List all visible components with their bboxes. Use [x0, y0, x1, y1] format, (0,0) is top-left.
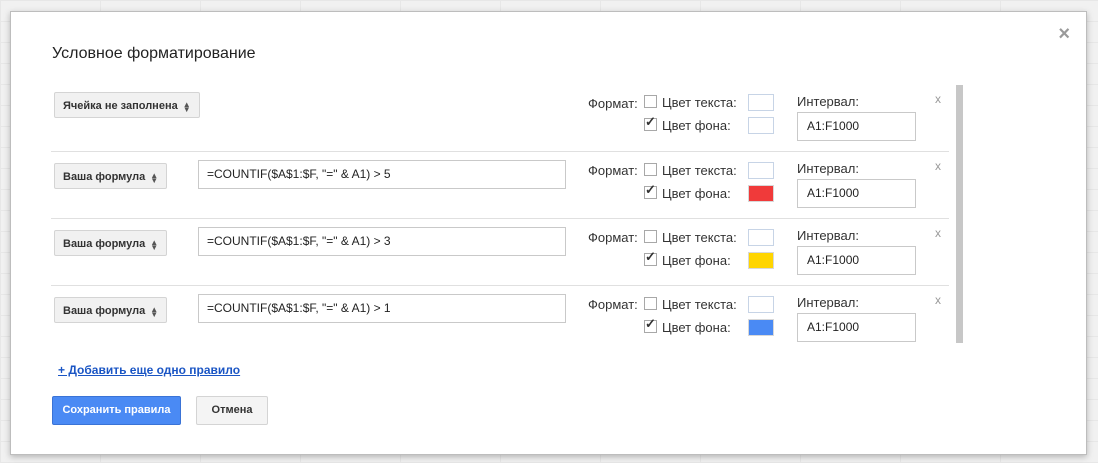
checkmark-icon: ✓ [645, 114, 656, 129]
format-label: Формат: [588, 163, 638, 178]
bg-color-label: Цвет фона: [662, 253, 731, 268]
bg-color-option[interactable]: ✓ Цвет фона: [644, 114, 731, 134]
text-color-option[interactable]: Цвет текста: [644, 163, 737, 179]
condition-label: Ваша формула [63, 238, 146, 250]
bg-color-checkbox[interactable]: ✓ [644, 316, 657, 333]
range-input[interactable]: A1:F1000 [797, 112, 916, 141]
conditional-formatting-dialog: × Условное форматирование Ячейка не запо… [10, 11, 1087, 455]
rule-row: Ячейка не заполнена ▲ ▼ Формат: Цвет текст… [51, 85, 949, 151]
save-rules-button[interactable]: Сохранить правила [52, 396, 181, 425]
condition-select[interactable]: Ваша формула ▲ ▼ [54, 297, 168, 323]
condition-select[interactable]: Ваша формула ▲ ▼ [54, 230, 168, 256]
text-color-label: Цвет текста: [662, 95, 737, 110]
delete-rule-icon[interactable]: x [935, 159, 941, 173]
formula-input[interactable]: =COUNTIF($A$1:$F, "=" & A1) > 5 [198, 160, 566, 189]
checkmark-icon: ✓ [645, 182, 656, 197]
text-color-checkbox[interactable] [644, 95, 657, 108]
text-color-label: Цвет текста: [662, 297, 737, 312]
up-down-arrows-icon: ▲ ▼ [150, 170, 159, 185]
text-color-swatch[interactable] [748, 296, 774, 313]
format-label: Формат: [588, 297, 638, 312]
condition-label: Ваша формула [63, 171, 146, 183]
delete-rule-icon[interactable]: x [935, 226, 941, 240]
dialog-title: Условное форматирование [52, 45, 256, 62]
interval-label: Интервал: [797, 228, 859, 243]
range-input[interactable]: A1:F1000 [797, 313, 916, 342]
format-label: Формат: [588, 96, 638, 111]
bg-color-label: Цвет фона: [662, 118, 731, 133]
text-color-option[interactable]: Цвет текста: [644, 230, 737, 246]
interval-label: Интервал: [797, 94, 859, 109]
cancel-button[interactable]: Отмена [196, 396, 268, 425]
rules-scrollbar[interactable] [956, 85, 963, 343]
bg-color-swatch[interactable] [748, 319, 774, 336]
text-color-label: Цвет текста: [662, 230, 737, 245]
rules-list: Ячейка не заполнена ▲ ▼ Формат: Цвет текст… [51, 85, 951, 343]
close-icon[interactable]: × [1058, 24, 1070, 44]
text-color-option[interactable]: Цвет текста: [644, 297, 737, 313]
interval-label: Интервал: [797, 161, 859, 176]
rule-row: Ваша формула ▲ ▼ =COUNTIF($A$1:$F, "=" & A… [51, 285, 949, 352]
formula-input[interactable]: =COUNTIF($A$1:$F, "=" & A1) > 3 [198, 227, 566, 256]
text-color-swatch[interactable] [748, 94, 774, 111]
bg-color-swatch[interactable] [748, 185, 774, 202]
add-rule-link[interactable]: + Добавить еще одно правило [58, 363, 240, 377]
format-label: Формат: [588, 230, 638, 245]
bg-color-checkbox[interactable]: ✓ [644, 249, 657, 266]
bg-color-checkbox[interactable]: ✓ [644, 182, 657, 199]
text-color-option[interactable]: Цвет текста: [644, 95, 737, 111]
delete-rule-icon[interactable]: x [935, 293, 941, 307]
up-down-arrows-icon: ▲ ▼ [150, 304, 159, 319]
text-color-checkbox[interactable] [644, 297, 657, 310]
text-color-checkbox[interactable] [644, 230, 657, 243]
bg-color-checkbox[interactable]: ✓ [644, 114, 657, 131]
bg-color-swatch[interactable] [748, 252, 774, 269]
range-input[interactable]: A1:F1000 [797, 179, 916, 208]
condition-select[interactable]: Ячейка не заполнена ▲ ▼ [54, 92, 200, 118]
bg-color-swatch[interactable] [748, 117, 774, 134]
bg-color-label: Цвет фона: [662, 186, 731, 201]
text-color-label: Цвет текста: [662, 163, 737, 178]
bg-color-option[interactable]: ✓ Цвет фона: [644, 316, 731, 336]
delete-rule-icon[interactable]: x [935, 92, 941, 106]
up-down-arrows-icon: ▲ ▼ [182, 99, 191, 114]
up-down-arrows-icon: ▲ ▼ [150, 237, 159, 252]
text-color-swatch[interactable] [748, 229, 774, 246]
checkmark-icon: ✓ [645, 249, 656, 264]
condition-label: Ваша формула [63, 305, 146, 317]
condition-select[interactable]: Ваша формула ▲ ▼ [54, 163, 168, 189]
bg-color-option[interactable]: ✓ Цвет фона: [644, 182, 731, 202]
bg-color-label: Цвет фона: [662, 320, 731, 335]
bg-color-option[interactable]: ✓ Цвет фона: [644, 249, 731, 269]
formula-input[interactable]: =COUNTIF($A$1:$F, "=" & A1) > 1 [198, 294, 566, 323]
range-input[interactable]: A1:F1000 [797, 246, 916, 275]
rule-row: Ваша формула ▲ ▼ =COUNTIF($A$1:$F, "=" & A… [51, 218, 949, 285]
rule-row: Ваша формула ▲ ▼ =COUNTIF($A$1:$F, "=" & A… [51, 151, 949, 218]
checkmark-icon: ✓ [645, 316, 656, 331]
text-color-swatch[interactable] [748, 162, 774, 179]
condition-label: Ячейка не заполнена [63, 100, 178, 112]
interval-label: Интервал: [797, 295, 859, 310]
text-color-checkbox[interactable] [644, 163, 657, 176]
